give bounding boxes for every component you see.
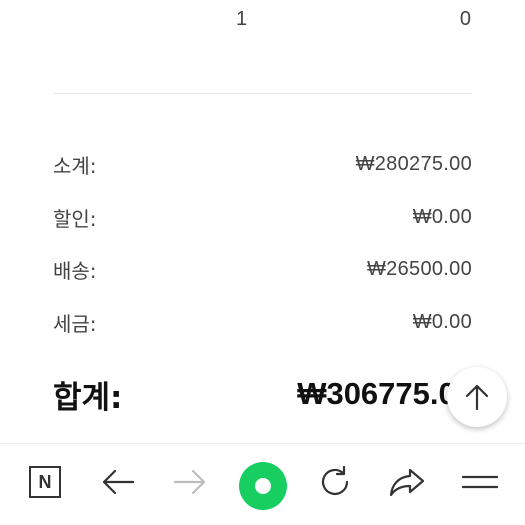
arrow-left-icon [102, 469, 135, 495]
back-button[interactable] [98, 462, 138, 502]
green-dot-button[interactable] [239, 462, 287, 510]
shipping-label: 배송: [53, 258, 97, 283]
discount-row: 할인: ₩0.00 [53, 202, 472, 232]
total-row: 합계: ₩306775.00 [53, 372, 473, 416]
shipping-row: 배송: ₩26500.00 [53, 254, 472, 284]
scroll-to-top-button[interactable] [447, 367, 507, 427]
subtotal-row: 소계: ₩280275.00 [53, 149, 472, 179]
share-icon [389, 468, 425, 497]
browser-toolbar: N [0, 443, 525, 525]
tax-value: ₩0.00 [412, 310, 472, 333]
n-logo-icon: N [29, 466, 61, 498]
total-label: 합계: [53, 379, 123, 416]
share-button[interactable] [387, 462, 427, 502]
naver-logo-button[interactable]: N [25, 462, 65, 502]
tax-row: 세금: ₩0.00 [53, 307, 472, 337]
discount-label: 할인: [53, 206, 97, 231]
menu-button[interactable] [460, 462, 500, 502]
menu-icon [462, 475, 498, 489]
discount-value: ₩0.00 [412, 205, 472, 228]
forward-button[interactable] [170, 462, 210, 502]
refresh-icon [321, 465, 349, 495]
tax-label: 세금: [53, 311, 97, 336]
order-line-row: 1 0 [0, 8, 525, 36]
green-dot-icon [255, 478, 271, 494]
checkout-summary-page: 1 0 소계: ₩280275.00 할인: ₩0.00 배송: ₩26500.… [0, 0, 525, 525]
arrow-up-icon [465, 384, 489, 411]
line-price: 0 [459, 8, 471, 30]
divider [53, 93, 472, 94]
subtotal-value: ₩280275.00 [355, 152, 472, 175]
shipping-value: ₩26500.00 [367, 257, 472, 280]
subtotal-label: 소계: [53, 153, 97, 178]
refresh-button[interactable] [315, 462, 355, 502]
arrow-right-icon [173, 469, 206, 495]
line-quantity: 1 [236, 8, 248, 30]
